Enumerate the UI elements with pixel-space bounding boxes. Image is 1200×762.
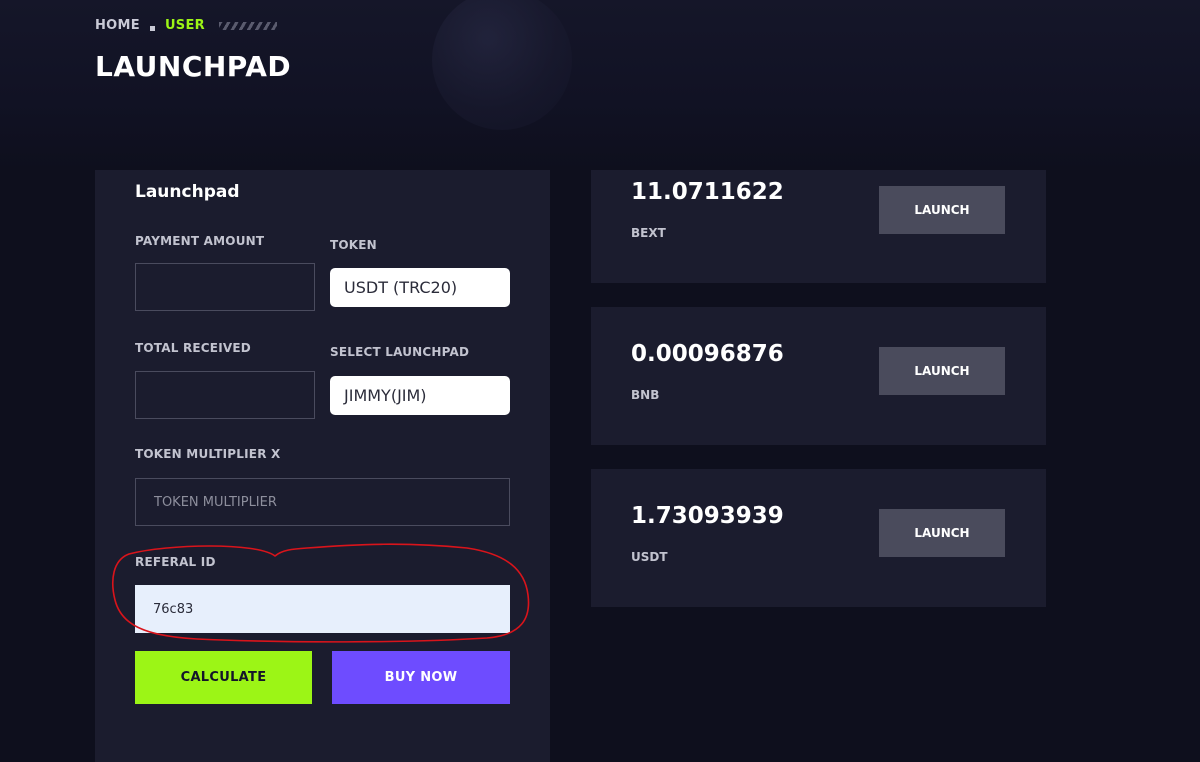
launchpad-form-panel: Launchpad PAYMENT AMOUNT TOKEN USDT (TRC… <box>95 170 550 762</box>
launch-button-bnb[interactable]: LAUNCH <box>879 347 1005 395</box>
launch-button-usdt[interactable]: LAUNCH <box>879 509 1005 557</box>
launchpad-select[interactable]: JIMMY(JIM) <box>330 376 510 415</box>
calculate-button[interactable]: CALCULATE <box>135 651 312 704</box>
total-received-label: TOTAL RECEIVED <box>135 341 251 355</box>
token-select[interactable]: USDT (TRC20) <box>330 268 510 307</box>
breadcrumb-separator <box>149 26 155 31</box>
breadcrumb: HOME USER <box>95 18 277 33</box>
token-multiplier-input[interactable]: TOKEN MULTIPLIER <box>135 478 510 526</box>
breadcrumb-home[interactable]: HOME <box>95 18 140 33</box>
balance-amount: 11.0711622 <box>631 179 784 205</box>
payment-amount-label: PAYMENT AMOUNT <box>135 234 265 248</box>
form-title: Launchpad <box>135 182 240 202</box>
buy-now-button[interactable]: BUY NOW <box>332 651 510 704</box>
stripes-decoration <box>218 21 277 30</box>
balance-symbol: BEXT <box>631 226 666 240</box>
referal-id-label: REFERAL ID <box>135 555 216 569</box>
balance-symbol: BNB <box>631 388 660 402</box>
referal-id-input[interactable]: 76c83 <box>135 585 510 633</box>
launch-button-bext[interactable]: LAUNCH <box>879 186 1005 234</box>
balance-card-bext: 11.0711622 BEXT LAUNCH <box>591 170 1046 283</box>
page-title: LAUNCHPAD <box>95 50 292 83</box>
balance-amount: 1.73093939 <box>631 503 784 529</box>
token-multiplier-label: TOKEN MULTIPLIER X <box>135 447 281 461</box>
payment-amount-input[interactable] <box>135 263 315 311</box>
total-received-input[interactable] <box>135 371 315 419</box>
balance-card-usdt: 1.73093939 USDT LAUNCH <box>591 469 1046 607</box>
balance-amount: 0.00096876 <box>631 341 784 367</box>
balance-symbol: USDT <box>631 550 668 564</box>
balance-card-bnb: 0.00096876 BNB LAUNCH <box>591 307 1046 445</box>
select-launchpad-label: SELECT LAUNCHPAD <box>330 345 470 359</box>
token-label: TOKEN <box>330 238 377 252</box>
breadcrumb-user[interactable]: USER <box>165 18 205 33</box>
